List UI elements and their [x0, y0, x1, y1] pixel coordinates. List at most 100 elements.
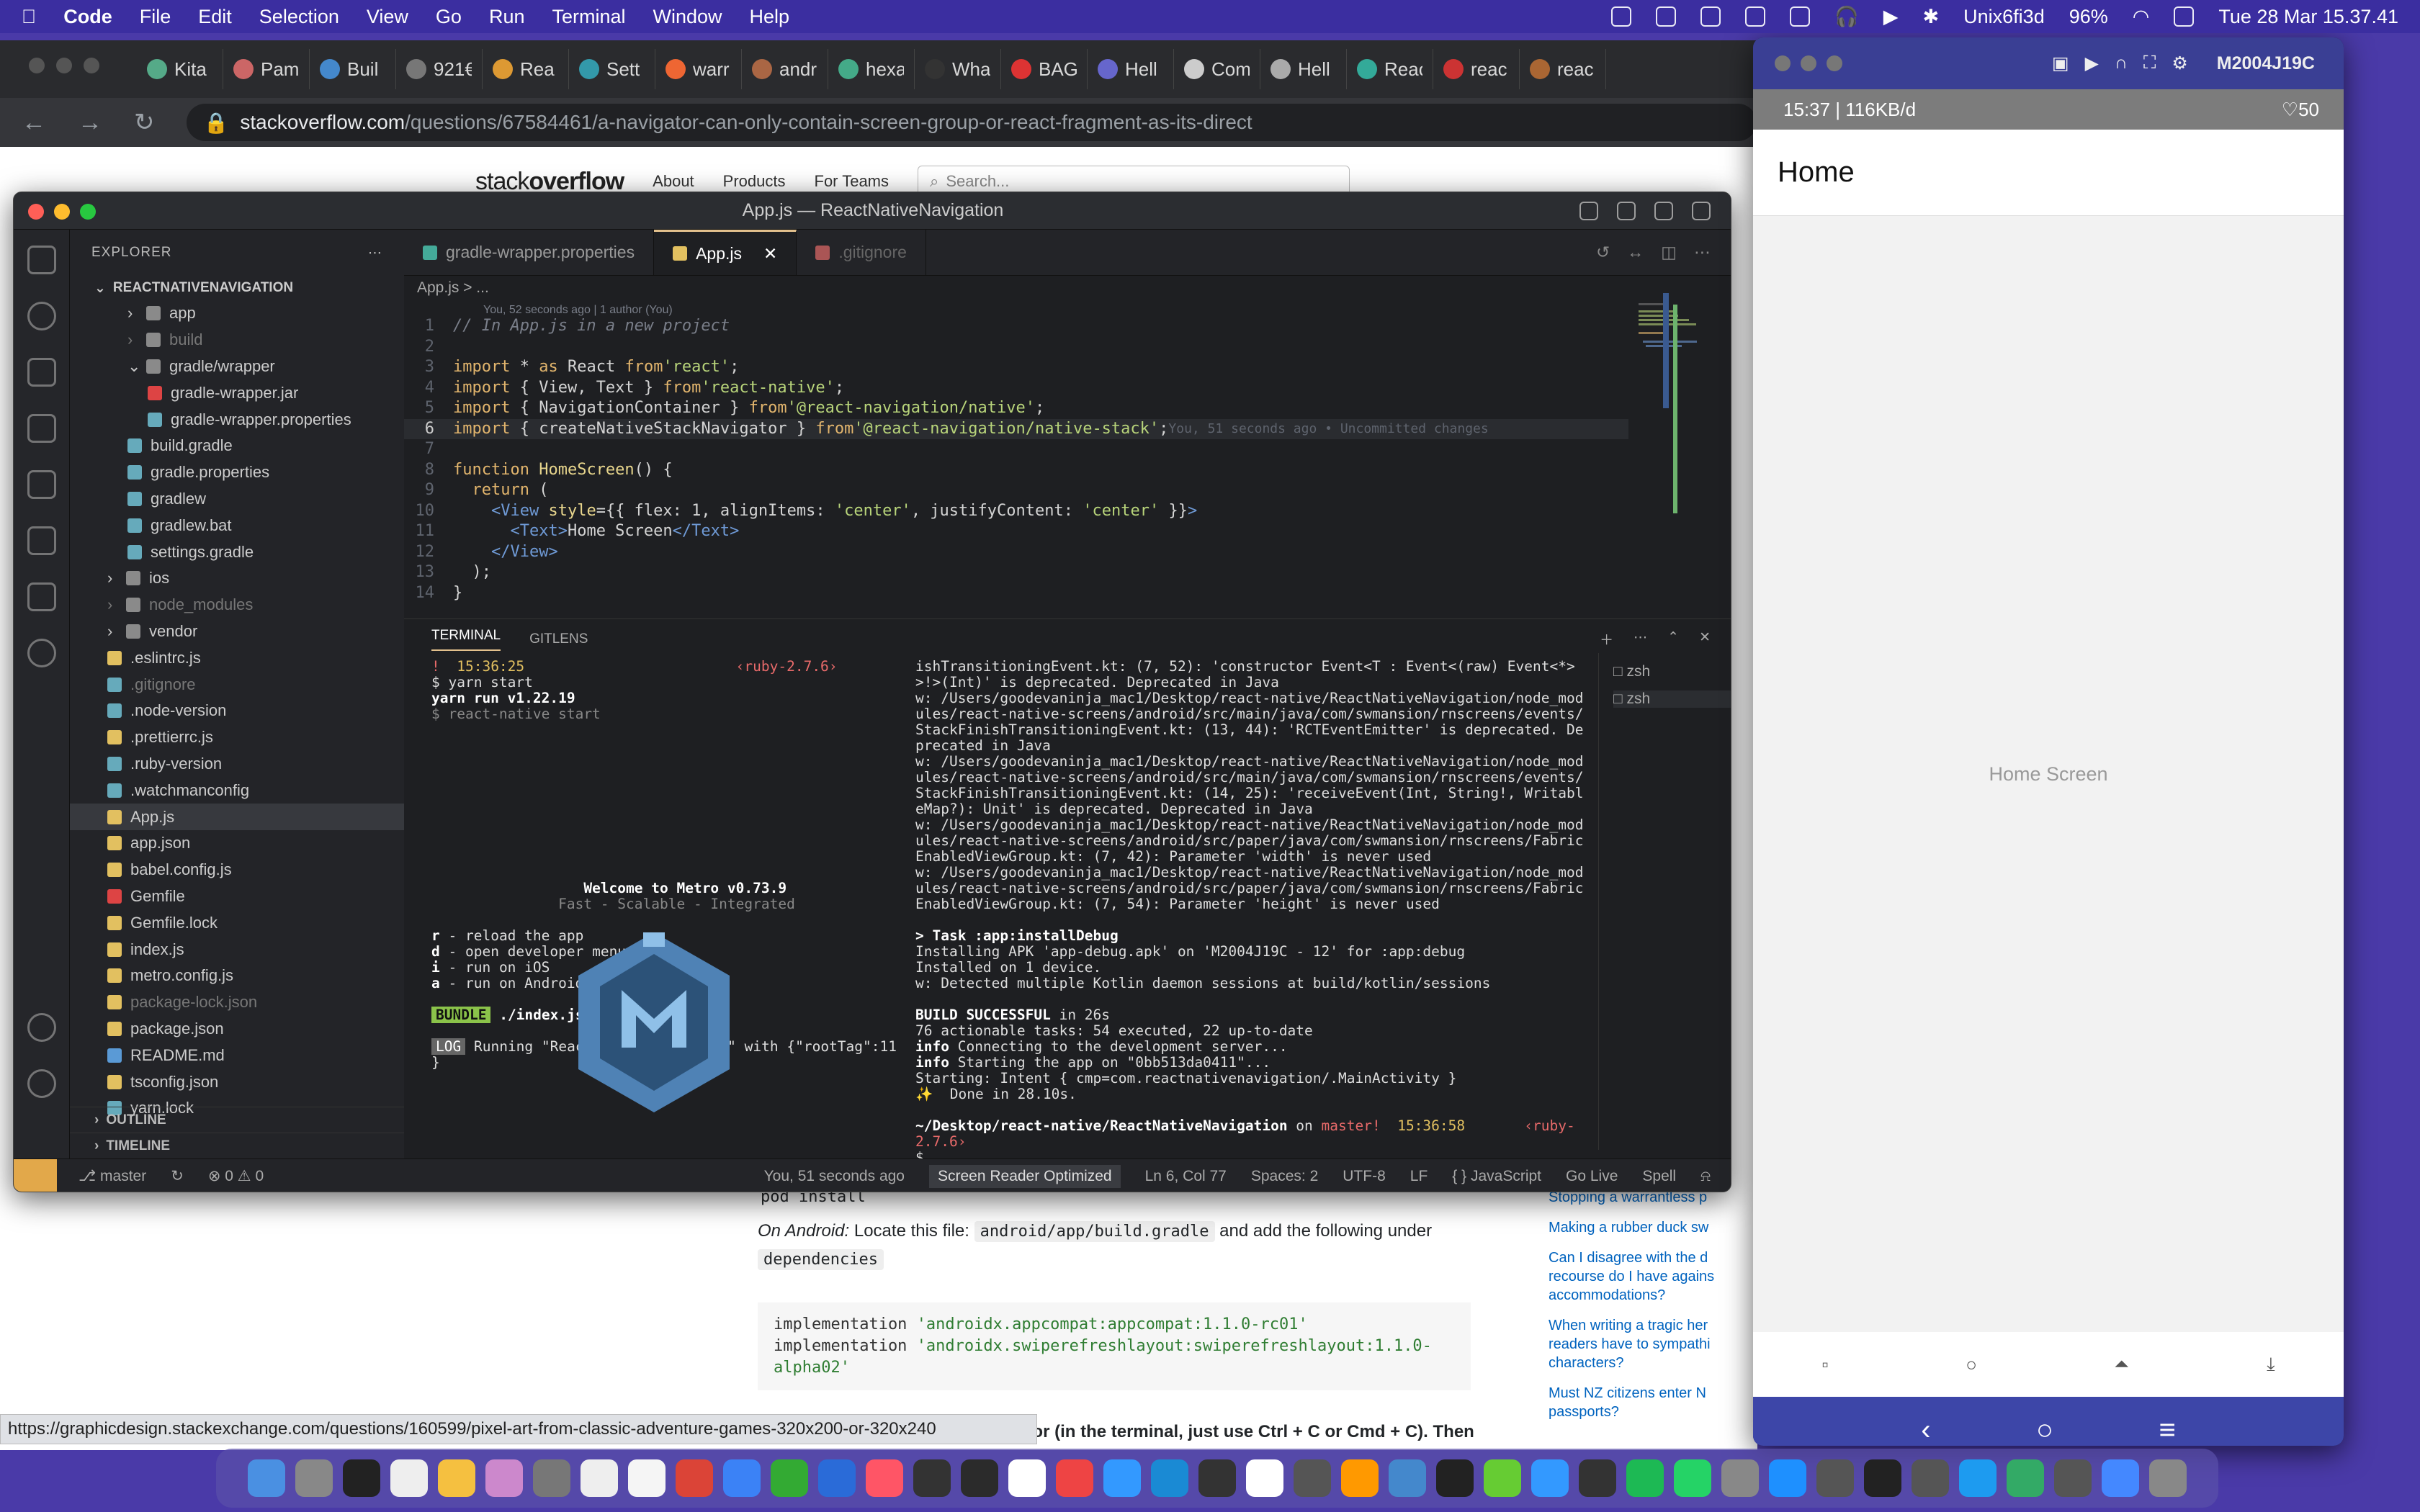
status-problems[interactable]: ⊗ 0 ⚠ 0 [208, 1167, 264, 1185]
close-icon[interactable]: ✕ [1699, 629, 1711, 649]
timeline-icon[interactable]: ↺ [1596, 243, 1610, 262]
search-icon[interactable] [27, 302, 56, 330]
tree-item[interactable]: .prettierrc.js [70, 724, 404, 751]
dock-app-icon[interactable] [1436, 1459, 1474, 1497]
control-center-icon[interactable] [2174, 6, 2195, 27]
app-screen[interactable]: Home Screen [1753, 216, 2344, 1332]
url-field[interactable]: 🔒 stackoverflow.com/questions/67584461/a… [186, 104, 1757, 141]
tree-item[interactable]: .eslintrc.js [70, 644, 404, 671]
battery-percent[interactable]: 96% [2069, 6, 2108, 28]
dock-app-icon[interactable] [1912, 1459, 1949, 1497]
tree-item[interactable]: .ruby-version [70, 751, 404, 778]
tree-item[interactable]: tsconfig.json [70, 1068, 404, 1095]
circle-icon[interactable]: ○ [1966, 1354, 1977, 1376]
dock-app-icon[interactable] [581, 1459, 618, 1497]
more-actions-icon[interactable]: ⋯ [1694, 243, 1711, 262]
reload-icon[interactable]: ↻ [134, 108, 155, 137]
wifi-icon[interactable]: ◠ [2133, 6, 2150, 28]
status-spell[interactable]: Spell [1642, 1168, 1676, 1185]
split-editor-icon[interactable]: ◫ [1661, 243, 1677, 262]
close-icon[interactable]: ✕ [763, 244, 777, 264]
dock-app-icon[interactable] [1626, 1459, 1664, 1497]
tree-item[interactable]: babel.config.js [70, 857, 404, 883]
tree-item[interactable]: .node-version [70, 698, 404, 724]
zoom-button[interactable] [80, 204, 96, 220]
so-hot-link[interactable]: When writing a tragic her readers have t… [1549, 1316, 1757, 1372]
dock-app-icon[interactable] [1389, 1459, 1426, 1497]
tree-item[interactable]: .watchmanconfig [70, 777, 404, 804]
status-app-icon[interactable] [1611, 6, 1632, 27]
camera-icon[interactable]: ▣ [2052, 53, 2069, 74]
status-app-icon[interactable] [1700, 6, 1721, 27]
video-icon[interactable]: ▶ [2085, 53, 2099, 74]
tab-gitlens[interactable]: GITLENS [529, 631, 588, 647]
status-golive[interactable]: Go Live [1566, 1168, 1618, 1185]
status-spaces[interactable]: Spaces: 2 [1251, 1168, 1318, 1185]
tree-item[interactable]: README.md [70, 1042, 404, 1068]
tree-item[interactable]: gradle-wrapper.jar [70, 379, 404, 406]
browser-tab[interactable]: 921€ [396, 49, 483, 89]
terminal-entry[interactable]: □ zsh [1613, 690, 1731, 708]
docker-icon[interactable] [27, 582, 56, 611]
tree-item[interactable]: Gemfile [70, 883, 404, 910]
tree-item[interactable]: package.json [70, 1016, 404, 1043]
dock-app-icon[interactable] [295, 1459, 333, 1497]
source-control-icon[interactable] [27, 358, 56, 387]
toggle-sidebar-icon[interactable] [1579, 201, 1598, 220]
status-eol[interactable]: LF [1410, 1168, 1428, 1185]
play-icon[interactable]: ▶ [1883, 6, 1899, 28]
tab-gradle-wrapper-properties[interactable]: gradle-wrapper.properties [404, 230, 655, 275]
menu-terminal[interactable]: Terminal [552, 6, 625, 28]
menubar-clock[interactable]: Tue 28 Mar 15.37.41 [2218, 6, 2398, 28]
menu-run[interactable]: Run [489, 6, 525, 28]
tab-app-js[interactable]: App.js ✕ [654, 230, 797, 275]
status-position[interactable]: Ln 6, Col 77 [1145, 1168, 1227, 1185]
gear-icon[interactable] [27, 1069, 56, 1098]
account-icon[interactable] [27, 1013, 56, 1042]
dock-app-icon[interactable] [1864, 1459, 1901, 1497]
dock-app-icon[interactable] [1769, 1459, 1806, 1497]
dock-app-icon[interactable] [1151, 1459, 1188, 1497]
plus-icon[interactable]: ＋ [1600, 629, 1613, 649]
browser-tab[interactable]: Hell [1088, 49, 1174, 89]
tree-item[interactable]: › app [70, 300, 404, 327]
tree-item[interactable]: settings.gradle [70, 539, 404, 565]
minimize-button[interactable] [1801, 55, 1816, 71]
dock-app-icon[interactable] [1341, 1459, 1379, 1497]
headphones-icon[interactable]: ∩ [2115, 53, 2128, 74]
dock-app-icon[interactable] [248, 1459, 285, 1497]
tree-item[interactable]: build.gradle [70, 433, 404, 459]
apple-icon[interactable]:  [22, 6, 36, 28]
browser-tab[interactable]: hexa [828, 49, 915, 89]
dock-app-icon[interactable] [771, 1459, 808, 1497]
tree-item[interactable]: gradlew.bat [70, 512, 404, 539]
dock-app-icon[interactable] [533, 1459, 570, 1497]
scroll-indicator[interactable] [1663, 293, 1669, 408]
square-icon[interactable]: ▫ [1821, 1354, 1828, 1376]
tree-item[interactable]: ⌄ gradle/wrapper [70, 354, 404, 380]
dock-app-icon[interactable] [913, 1459, 951, 1497]
dock-app-icon[interactable] [1198, 1459, 1236, 1497]
dock-app-icon[interactable] [1484, 1459, 1521, 1497]
menu-help[interactable]: Help [750, 6, 790, 28]
timeline-section[interactable]: › TIMELINE [70, 1133, 404, 1158]
menu-go[interactable]: Go [436, 6, 462, 28]
dock-app-icon[interactable] [485, 1459, 523, 1497]
more-icon[interactable]: ⋯ [1634, 629, 1647, 649]
dock-app-icon[interactable] [1959, 1459, 1996, 1497]
terminal-entry[interactable]: □ zsh [1613, 663, 1731, 680]
tab-gitignore[interactable]: .gitignore [797, 230, 926, 275]
dock-app-icon[interactable] [676, 1459, 713, 1497]
status-language[interactable]: { } JavaScript [1452, 1168, 1541, 1185]
dock-app-icon[interactable] [1246, 1459, 1283, 1497]
dock-app-icon[interactable] [1008, 1459, 1046, 1497]
sync-icon[interactable]: ↻ [171, 1167, 184, 1185]
menu-edit[interactable]: Edit [198, 6, 232, 28]
rotate-icon[interactable]: ⏶ [2115, 1353, 2130, 1376]
tree-item[interactable]: index.js [70, 936, 404, 963]
tree-item[interactable]: gradlew [70, 486, 404, 513]
run-debug-icon[interactable] [27, 414, 56, 443]
so-hot-link[interactable]: Must NZ citizens enter N passports? [1549, 1384, 1757, 1421]
browser-tab[interactable]: warr [655, 49, 742, 89]
dock-app-icon[interactable] [1674, 1459, 1711, 1497]
